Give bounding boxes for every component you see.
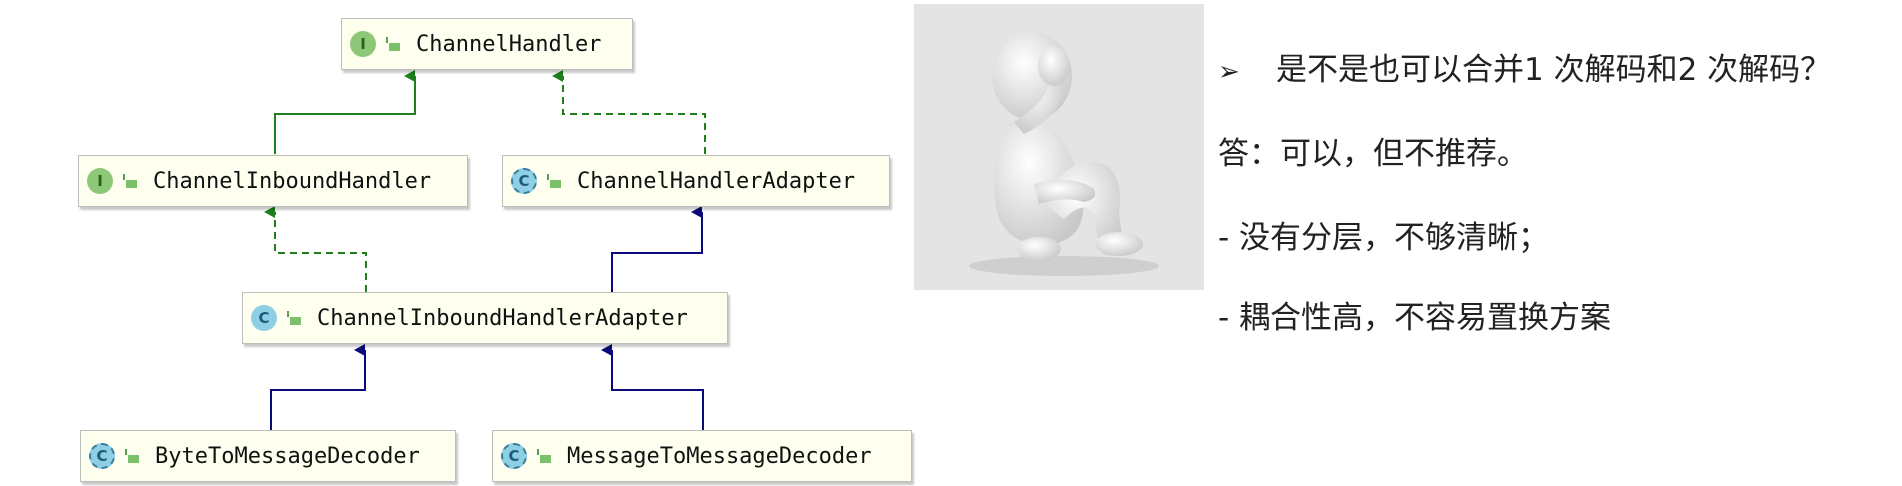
inheritance-edges bbox=[264, 70, 706, 430]
edge-inbound-adapter-to-handler-adapter bbox=[611, 206, 703, 292]
class-hierarchy-diagram: I ChannelHandler I ChannelInboundHandler… bbox=[0, 0, 920, 486]
node-label: ChannelHandlerAdapter bbox=[577, 168, 856, 194]
edge-inbound-handler-to-handler bbox=[274, 70, 416, 154]
edge-byte-decoder-to-inbound-adapter bbox=[270, 344, 366, 430]
node-label: ChannelInboundHandlerAdapter bbox=[317, 305, 688, 331]
class-icon: C bbox=[251, 305, 277, 331]
question-text: 是不是也可以合并1 次解码和2 次解码？ bbox=[1276, 52, 1832, 88]
unlock-icon bbox=[386, 37, 400, 51]
unlock-icon bbox=[547, 174, 561, 188]
abstract-class-icon: C bbox=[511, 168, 537, 194]
node-label: ChannelInboundHandler bbox=[153, 168, 432, 194]
node-byte-to-message-decoder: C ByteToMessageDecoder bbox=[80, 430, 456, 482]
text-panel: ➢ 是不是也可以合并1 次解码和2 次解码？ 答：可以，但不推荐。 - 没有分层，… bbox=[1218, 0, 1898, 486]
arrow-bullet-icon: ➢ bbox=[1218, 57, 1240, 87]
facepalm-figure-icon bbox=[914, 4, 1204, 290]
answer-text: 答：可以，但不推荐。 bbox=[1218, 136, 1528, 172]
node-label: ByteToMessageDecoder bbox=[155, 443, 420, 469]
edge-inbound-adapter-to-inbound-handler bbox=[264, 206, 367, 292]
node-label: ChannelHandler bbox=[416, 31, 602, 57]
reason-coupling-text: - 耦合性高，不容易置换方案 bbox=[1218, 300, 1612, 336]
interface-icon: I bbox=[350, 31, 376, 57]
node-channel-inbound-handler: I ChannelInboundHandler bbox=[78, 155, 468, 207]
node-message-to-message-decoder: C MessageToMessageDecoder bbox=[492, 430, 912, 482]
unlock-icon bbox=[537, 449, 551, 463]
reason-layering-text: - 没有分层，不够清晰； bbox=[1218, 220, 1550, 256]
node-channel-handler: I ChannelHandler bbox=[341, 18, 633, 70]
unlock-icon bbox=[287, 311, 301, 325]
node-label: MessageToMessageDecoder bbox=[567, 443, 872, 469]
question-line: ➢ 是不是也可以合并1 次解码和2 次解码？ bbox=[1218, 44, 1831, 89]
abstract-class-icon: C bbox=[89, 443, 115, 469]
node-channel-handler-adapter: C ChannelHandlerAdapter bbox=[502, 155, 890, 207]
node-channel-inbound-handler-adapter: C ChannelInboundHandlerAdapter bbox=[242, 292, 728, 344]
interface-icon: I bbox=[87, 168, 113, 194]
unlock-icon bbox=[123, 174, 137, 188]
abstract-class-icon: C bbox=[501, 443, 527, 469]
edge-handler-adapter-to-handler bbox=[552, 70, 706, 154]
unlock-icon bbox=[125, 449, 139, 463]
edge-message-decoder-to-inbound-adapter bbox=[601, 344, 704, 430]
